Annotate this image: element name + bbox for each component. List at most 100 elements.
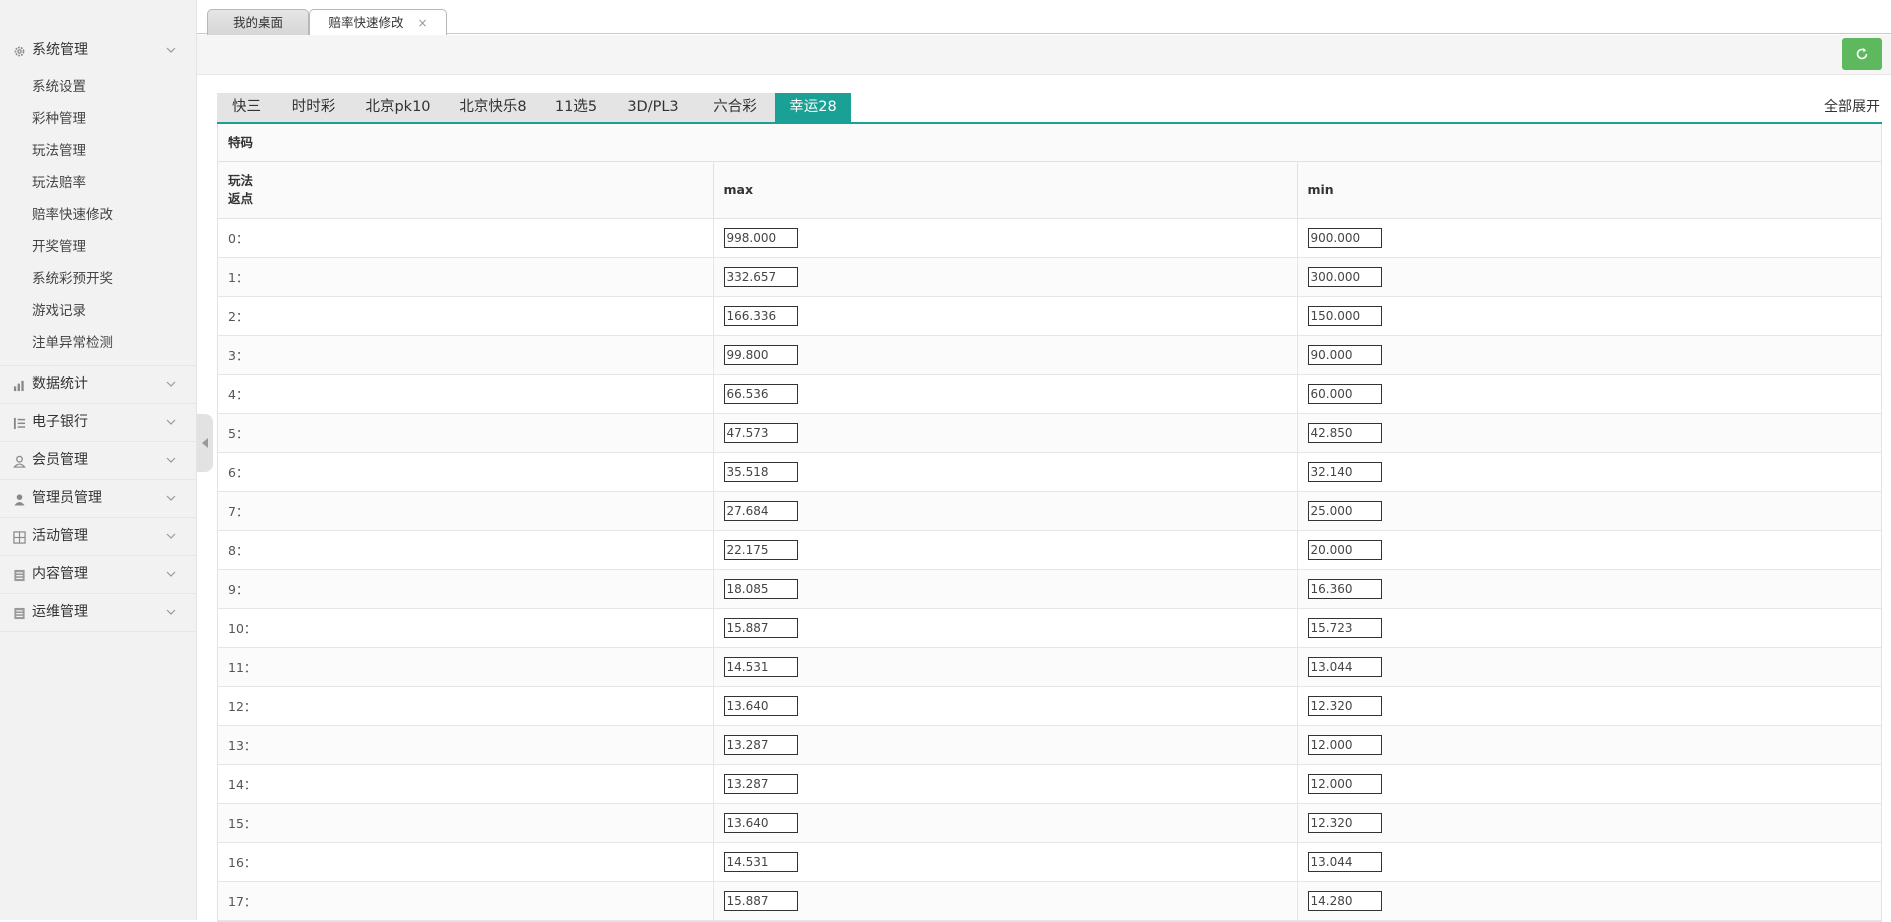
refresh-button[interactable] [1842, 38, 1882, 70]
tab-lhc[interactable]: 六合彩 [695, 93, 775, 122]
sidebar-item-pre-draw[interactable]: 系统彩预开奖 [0, 263, 196, 295]
min-odds-input[interactable] [1307, 266, 1382, 287]
page-tab-label: 赔率快速修改 [328, 15, 404, 30]
max-cell [713, 608, 1298, 648]
table-row: 11： [218, 647, 1881, 687]
max-odds-input[interactable] [723, 812, 798, 833]
header-max: max [713, 162, 1298, 219]
menu-head-system[interactable]: 系统管理 [0, 32, 196, 69]
max-cell [713, 335, 1298, 375]
max-odds-input[interactable] [723, 500, 798, 521]
sidebar-item-lottery-types[interactable]: 彩种管理 [0, 103, 196, 135]
max-odds-input[interactable] [723, 266, 798, 287]
menu-head-activities[interactable]: 活动管理 [0, 518, 196, 555]
menu-head-ebank[interactable]: 电子银行 [0, 404, 196, 441]
min-cell [1297, 257, 1881, 297]
max-cell [713, 218, 1298, 258]
tab-11x5[interactable]: 11选5 [541, 93, 611, 122]
gear-icon [12, 44, 26, 58]
odds-table: 玩法返点 max min 0：1：2：3：4：5：6：7：8：9：10：11：1… [218, 162, 1881, 921]
sidebar-item-quick-odds-edit[interactable]: 赔率快速修改 [0, 199, 196, 231]
table-row: 13： [218, 725, 1881, 765]
min-odds-input[interactable] [1307, 812, 1382, 833]
page-tab-quick-odds[interactable]: 赔率快速修改 × [309, 9, 447, 36]
min-odds-input[interactable] [1307, 383, 1382, 404]
menu-label: 内容管理 [32, 566, 88, 582]
max-odds-input[interactable] [723, 227, 798, 248]
tab-bjpk10[interactable]: 北京pk10 [351, 93, 445, 122]
min-odds-input[interactable] [1307, 890, 1382, 911]
menu-head-admins[interactable]: 管理员管理 [0, 480, 196, 517]
close-icon[interactable]: × [417, 16, 427, 30]
min-odds-input[interactable] [1307, 344, 1382, 365]
sidebar-item-draw-management[interactable]: 开奖管理 [0, 231, 196, 263]
min-odds-input[interactable] [1307, 617, 1382, 638]
row-label: 15： [218, 803, 714, 843]
table-row: 0： [218, 218, 1881, 258]
menu-head-members[interactable]: 会员管理 [0, 442, 196, 479]
table-row: 17： [218, 881, 1881, 921]
min-odds-input[interactable] [1307, 773, 1382, 794]
min-odds-input[interactable] [1307, 422, 1382, 443]
max-odds-input[interactable] [723, 890, 798, 911]
min-odds-input[interactable] [1307, 461, 1382, 482]
min-odds-input[interactable] [1307, 734, 1382, 755]
menu-head-ops[interactable]: 运维管理 [0, 594, 196, 631]
min-cell [1297, 569, 1881, 609]
max-odds-input[interactable] [723, 851, 798, 872]
max-odds-input[interactable] [723, 773, 798, 794]
tab-xy28[interactable]: 幸运28 [775, 93, 851, 122]
min-odds-input[interactable] [1307, 227, 1382, 248]
max-odds-input[interactable] [723, 422, 798, 443]
max-odds-input[interactable] [723, 539, 798, 560]
header-play: 玩法 [228, 172, 254, 188]
sidebar-item-play-management[interactable]: 玩法管理 [0, 135, 196, 167]
min-odds-input[interactable] [1307, 851, 1382, 872]
table-row: 4： [218, 374, 1881, 414]
menu-label: 电子银行 [32, 414, 88, 430]
expand-all-link[interactable]: 全部展开 [1824, 96, 1880, 116]
max-odds-input[interactable] [723, 305, 798, 326]
min-cell [1297, 686, 1881, 726]
row-label: 3： [218, 335, 714, 375]
row-label: 8： [218, 530, 714, 570]
tab-3d-pl3[interactable]: 3D/PL3 [611, 93, 695, 122]
max-odds-input[interactable] [723, 734, 798, 755]
sidebar-item-play-odds[interactable]: 玩法赔率 [0, 167, 196, 199]
menu-head-content[interactable]: 内容管理 [0, 556, 196, 593]
tab-k3[interactable]: 快三 [217, 93, 276, 122]
max-cell [713, 803, 1298, 843]
min-odds-input[interactable] [1307, 578, 1382, 599]
sidebar-collapse-handle[interactable] [197, 414, 213, 472]
min-odds-input[interactable] [1307, 695, 1382, 716]
min-odds-input[interactable] [1307, 500, 1382, 521]
max-odds-input[interactable] [723, 383, 798, 404]
table-row: 10： [218, 608, 1881, 648]
table-row: 12： [218, 686, 1881, 726]
sidebar-item-bet-anomaly[interactable]: 注单异常检测 [0, 327, 196, 359]
user-outline-icon [12, 454, 26, 468]
max-odds-input[interactable] [723, 656, 798, 677]
min-odds-input[interactable] [1307, 656, 1382, 677]
min-odds-input[interactable] [1307, 305, 1382, 326]
sidebar-item-game-records[interactable]: 游戏记录 [0, 295, 196, 327]
chevron-down-icon [166, 47, 176, 53]
sidebar-item-system-settings[interactable]: 系统设置 [0, 71, 196, 103]
max-odds-input[interactable] [723, 344, 798, 365]
tab-bjkl8[interactable]: 北京快乐8 [445, 93, 541, 122]
max-odds-input[interactable] [723, 695, 798, 716]
min-odds-input[interactable] [1307, 539, 1382, 560]
max-odds-input[interactable] [723, 617, 798, 638]
document-icon [12, 606, 26, 620]
page-tab-desktop[interactable]: 我的桌面 [207, 9, 309, 35]
max-odds-input[interactable] [723, 461, 798, 482]
max-odds-input[interactable] [723, 578, 798, 599]
menu-group-activities: 活动管理 [0, 518, 196, 556]
user-solid-icon [12, 492, 26, 506]
menu-head-statistics[interactable]: 数据统计 [0, 366, 196, 403]
tab-ssc[interactable]: 时时彩 [276, 93, 351, 122]
min-cell [1297, 764, 1881, 804]
table-row: 2： [218, 296, 1881, 336]
min-cell [1297, 413, 1881, 453]
min-cell [1297, 335, 1881, 375]
